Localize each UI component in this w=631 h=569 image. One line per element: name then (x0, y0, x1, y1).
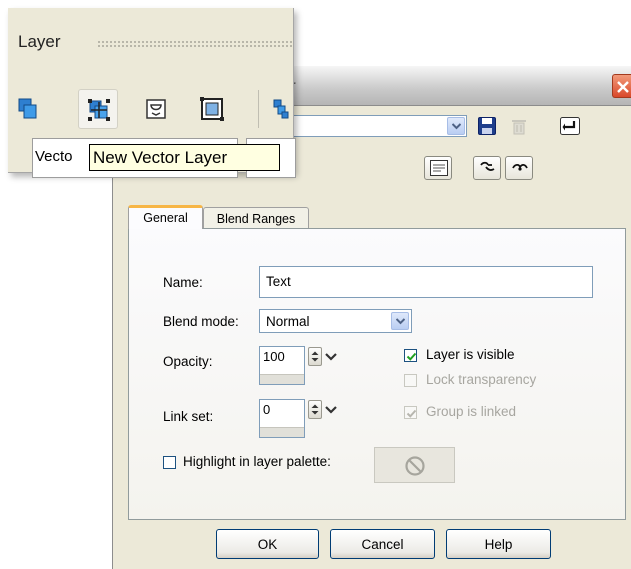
up-down-arrows-icon[interactable] (308, 347, 322, 366)
new-raster-layer-icon (18, 98, 37, 119)
chevron-down-icon[interactable] (324, 349, 338, 364)
new-adjustment-layer-button[interactable] (192, 89, 232, 129)
help-button[interactable]: Help (446, 529, 551, 559)
name-input[interactable]: Text (259, 266, 593, 298)
layer-properties-icon (273, 99, 289, 119)
checkmark-icon (406, 352, 417, 361)
checkmark-icon (406, 409, 417, 418)
layer-properties-button[interactable] (258, 89, 298, 129)
reset-icon[interactable] (559, 116, 580, 136)
cancel-button[interactable]: Cancel (330, 529, 435, 559)
palette-title: Layer (18, 32, 61, 51)
group-linked-label[interactable]: Group is linked (426, 404, 516, 419)
up-down-arrows-icon[interactable] (308, 400, 322, 419)
save-preset-icon[interactable] (477, 116, 497, 136)
palette-drag-grip[interactable] (97, 40, 293, 48)
opacity-stepper[interactable] (308, 347, 340, 366)
link-set-input[interactable]: 0 (259, 399, 305, 438)
layer-options-button[interactable] (473, 156, 501, 180)
blend-mode-value: Normal (266, 314, 310, 329)
new-mask-layer-button[interactable] (136, 89, 176, 129)
new-raster-layer-button[interactable] (8, 89, 48, 129)
blend-mode-dropdown[interactable]: Normal (259, 309, 412, 333)
highlight-checkbox[interactable] (163, 456, 176, 469)
properties-icon (430, 160, 448, 176)
tab-blend-ranges[interactable]: Blend Ranges (203, 207, 309, 229)
new-adjustment-layer-icon (200, 97, 224, 121)
close-button[interactable] (612, 74, 631, 98)
link-set-label: Link set: (163, 409, 214, 424)
lock-transparency-checkbox[interactable] (404, 374, 417, 387)
layer-visible-label[interactable]: Layer is visible (426, 347, 515, 362)
edit-layer-icon (512, 163, 528, 171)
highlight-color-swatch[interactable] (374, 447, 455, 483)
tab-general[interactable]: General (128, 205, 203, 229)
ok-button[interactable]: OK (216, 529, 319, 559)
layer-visible-checkbox[interactable] (404, 349, 417, 362)
opacity-value: 100 (263, 349, 285, 364)
blend-mode-label: Blend mode: (163, 314, 239, 329)
opacity-input[interactable]: 100 (259, 346, 305, 385)
edit-layer-button[interactable] (505, 156, 533, 180)
tooltip: New Vector Layer (89, 144, 280, 171)
new-mask-layer-icon (146, 99, 166, 119)
no-color-icon (405, 456, 425, 476)
link-set-stepper[interactable] (308, 400, 340, 419)
new-vector-layer-button[interactable] (78, 89, 118, 129)
highlight-label[interactable]: Highlight in layer palette: (183, 454, 331, 469)
close-icon (617, 81, 629, 93)
properties-button[interactable] (424, 156, 452, 180)
chevron-down-icon[interactable] (391, 312, 409, 330)
delete-preset-icon[interactable] (509, 116, 529, 136)
name-label: Name: (163, 275, 203, 290)
chevron-down-icon[interactable] (324, 402, 338, 417)
opacity-label: Opacity: (163, 354, 213, 369)
lock-transparency-label[interactable]: Lock transparency (426, 372, 536, 387)
new-vector-layer-icon (88, 99, 110, 121)
layer-options-icon (480, 161, 495, 171)
preset-dropdown[interactable] (291, 115, 467, 137)
link-set-value: 0 (263, 402, 271, 417)
group-linked-checkbox[interactable] (404, 406, 417, 419)
chevron-down-icon[interactable] (447, 117, 465, 135)
